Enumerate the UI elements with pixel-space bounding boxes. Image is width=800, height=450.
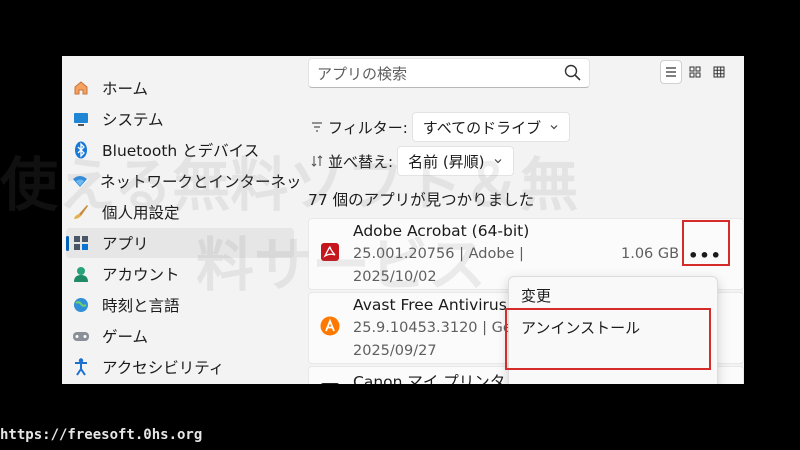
person-icon [72,265,90,283]
search-icon[interactable] [563,63,583,83]
app-name: Adobe Acrobat (64-bit) [353,222,530,240]
grid-view-icon [713,66,725,78]
app-version-publisher: 25.9.10453.3120 | Ge [353,320,512,336]
filter-value: すべてのドライブ [422,118,542,137]
sidebar-item-label: ゲーム [102,328,149,346]
sidebar-item-home[interactable]: ホーム [66,73,294,103]
sidebar-item-time-language[interactable]: 時刻と言語 [66,290,294,320]
filter-dropdown[interactable]: すべてのドライブ [411,112,571,142]
sidebar-item-label: アクセシビリティ [102,359,225,377]
avast-icon [319,315,341,337]
sort-icon [310,154,324,168]
tile-view-icon [689,66,701,78]
highlight-box-uninstall [505,308,711,370]
footer-url: https://freesoft.0hs.org [0,427,203,443]
sidebar-item-accessibility[interactable]: アクセシビリティ [66,352,294,382]
sidebar-item-label: システム [102,111,164,129]
brush-icon [72,203,90,221]
canon-icon [319,377,341,384]
view-toggle-group [660,60,730,84]
sidebar-item-label: アプリ [102,235,149,253]
tile-view-button[interactable] [684,60,706,84]
app-install-date: 2025/10/02 [353,269,437,285]
app-name: Canon マイ プリンタ [353,373,506,384]
sort-dropdown[interactable]: 名前 (昇順) [397,146,514,176]
wifi-icon [72,172,88,190]
highlight-box-more [682,220,730,266]
sidebar-item-label: 個人用設定 [102,204,180,222]
filter-label: フィルター: [328,118,408,137]
bluetooth-icon [72,141,90,159]
globe-icon [72,296,90,314]
app-install-date: 2025/09/27 [353,343,437,359]
monitor-icon [72,110,90,128]
grid-view-button[interactable] [708,60,730,84]
sidebar-item-gaming[interactable]: ゲーム [66,321,294,351]
search-placeholder: アプリの検索 [317,64,408,83]
sidebar-item-system[interactable]: システム [66,104,294,134]
sidebar-item-label: アカウント [102,266,180,284]
list-view-button[interactable] [660,60,682,84]
sort-row: 並べ替え: 名前 (昇順) [310,146,514,176]
app-size: 1.06 GB [621,246,680,262]
list-view-icon [666,67,676,77]
app-name: Avast Free Antivirus [353,296,507,314]
gamepad-icon [72,327,90,345]
sidebar-item-label: ホーム [102,80,149,98]
app-version-publisher: 25.001.20756 | Adobe | [353,246,524,262]
sort-value: 名前 (昇順) [408,152,485,171]
accessibility-icon [72,358,90,376]
sidebar-item-network[interactable]: ネットワークとインターネッ [66,166,302,196]
sidebar: ホーム システム Bluetooth とデバイス ネットワークとインターネッ 個… [62,56,302,384]
acrobat-icon [319,241,341,263]
filter-icon [310,120,324,134]
sort-label: 並べ替え: [328,152,394,171]
app-count-text: 77 個のアプリが見つかりました [308,191,535,209]
sidebar-item-label: 時刻と言語 [102,297,180,315]
sidebar-item-label: Bluetooth とデバイス [102,142,260,160]
sidebar-item-label: ネットワークとインターネッ [100,173,302,191]
chevron-down-icon [494,159,501,164]
sidebar-item-bluetooth[interactable]: Bluetooth とデバイス [66,135,294,165]
sidebar-item-apps[interactable]: アプリ [66,228,294,258]
chevron-down-icon [550,125,558,130]
sidebar-item-personalization[interactable]: 個人用設定 [66,197,294,227]
sidebar-item-accounts[interactable]: アカウント [66,259,294,289]
apps-icon [72,234,90,252]
search-input[interactable]: アプリの検索 [308,58,590,88]
home-icon [72,79,90,97]
modify-menu-item[interactable]: 変更 [521,285,551,306]
filter-row: フィルター: すべてのドライブ [310,112,571,142]
